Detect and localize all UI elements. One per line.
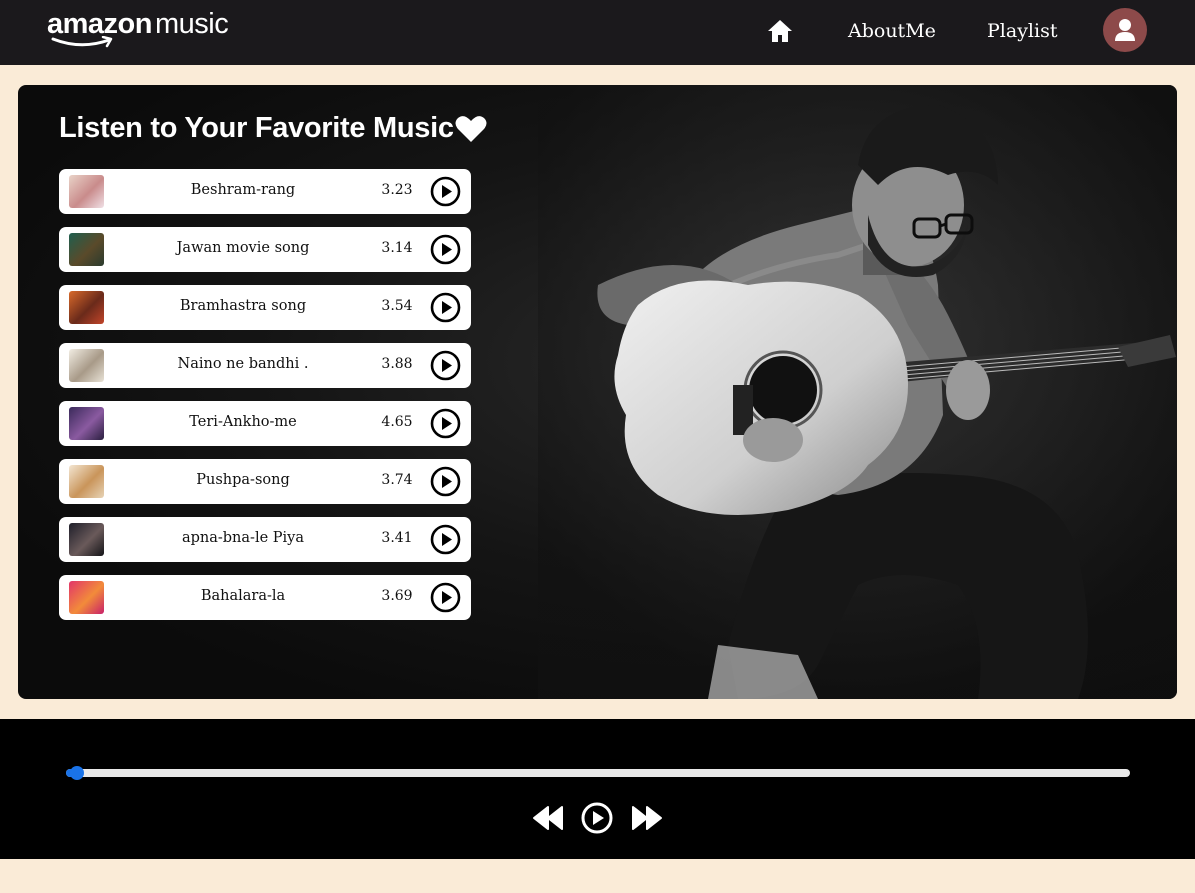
song-duration: 3.41	[381, 530, 413, 546]
song-duration: 3.54	[381, 298, 413, 314]
hero-title: Listen to Your Favorite Music	[59, 112, 454, 144]
song-thumbnail	[69, 175, 104, 208]
song-item[interactable]: apna-bna-le Piya 3.41	[59, 517, 471, 562]
song-thumbnail	[69, 233, 104, 266]
play-icon[interactable]	[430, 234, 461, 265]
song-name: Bahalara-la	[200, 588, 286, 604]
user-icon	[1115, 19, 1135, 41]
navbar: amazon music AboutMe Playlist	[0, 0, 1195, 65]
song-name: apna-bna-le Piya	[181, 530, 305, 546]
song-item[interactable]: Bahalara-la 3.69	[59, 575, 471, 620]
play-icon[interactable]	[430, 524, 461, 555]
song-duration: 3.23	[381, 182, 413, 198]
song-item[interactable]: Pushpa-song 3.74	[59, 459, 471, 504]
song-item[interactable]: Bramhastra song 3.54	[59, 285, 471, 330]
guitarist-image	[538, 85, 1177, 699]
song-thumbnail	[69, 407, 104, 440]
forward-icon[interactable]	[630, 801, 664, 835]
song-thumbnail	[69, 291, 104, 324]
song-name: Teri-Ankho-me	[189, 414, 297, 430]
play-icon[interactable]	[430, 408, 461, 439]
song-duration: 3.74	[381, 472, 413, 488]
nav-link-aboutme[interactable]: AboutMe	[848, 20, 936, 42]
song-item[interactable]: Teri-Ankho-me 4.65	[59, 401, 471, 446]
play-icon[interactable]	[430, 582, 461, 613]
song-thumbnail	[69, 581, 104, 614]
play-icon[interactable]	[430, 292, 461, 323]
song-name: Jawan movie song	[176, 240, 310, 256]
song-duration: 3.88	[381, 356, 413, 372]
play-icon[interactable]	[430, 350, 461, 381]
song-name: Bramhastra song	[179, 298, 307, 314]
music-player	[0, 719, 1195, 859]
play-icon[interactable]	[430, 466, 461, 497]
progress-handle[interactable]	[69, 766, 84, 780]
song-name: Naino ne bandhi .	[177, 356, 309, 372]
amazon-music-logo[interactable]: amazon music	[47, 8, 229, 48]
song-duration: 3.14	[381, 240, 413, 256]
song-item[interactable]: Naino ne bandhi . 3.88	[59, 343, 471, 388]
home-icon[interactable]	[767, 18, 793, 44]
song-thumbnail	[69, 349, 104, 382]
profile-avatar[interactable]	[1103, 8, 1147, 52]
logo-smile-icon	[51, 36, 113, 48]
song-name: Beshram-rang	[190, 182, 296, 198]
progress-bar[interactable]	[66, 766, 1130, 780]
song-item[interactable]: Jawan movie song 3.14	[59, 227, 471, 272]
logo-product: music	[154, 8, 229, 40]
heart-icon	[455, 116, 487, 142]
play-icon[interactable]	[430, 176, 461, 207]
song-name: Pushpa-song	[196, 472, 290, 488]
song-item[interactable]: Beshram-rang 3.23	[59, 169, 471, 214]
song-thumbnail	[69, 465, 104, 498]
backward-icon[interactable]	[531, 801, 565, 835]
song-duration: 4.65	[381, 414, 413, 430]
song-duration: 3.69	[381, 588, 413, 604]
song-thumbnail	[69, 523, 104, 556]
nav-link-playlist[interactable]: Playlist	[987, 20, 1057, 42]
play-icon[interactable]	[580, 801, 614, 835]
hero-banner: Listen to Your Favorite Music Beshram-ra…	[18, 85, 1177, 699]
